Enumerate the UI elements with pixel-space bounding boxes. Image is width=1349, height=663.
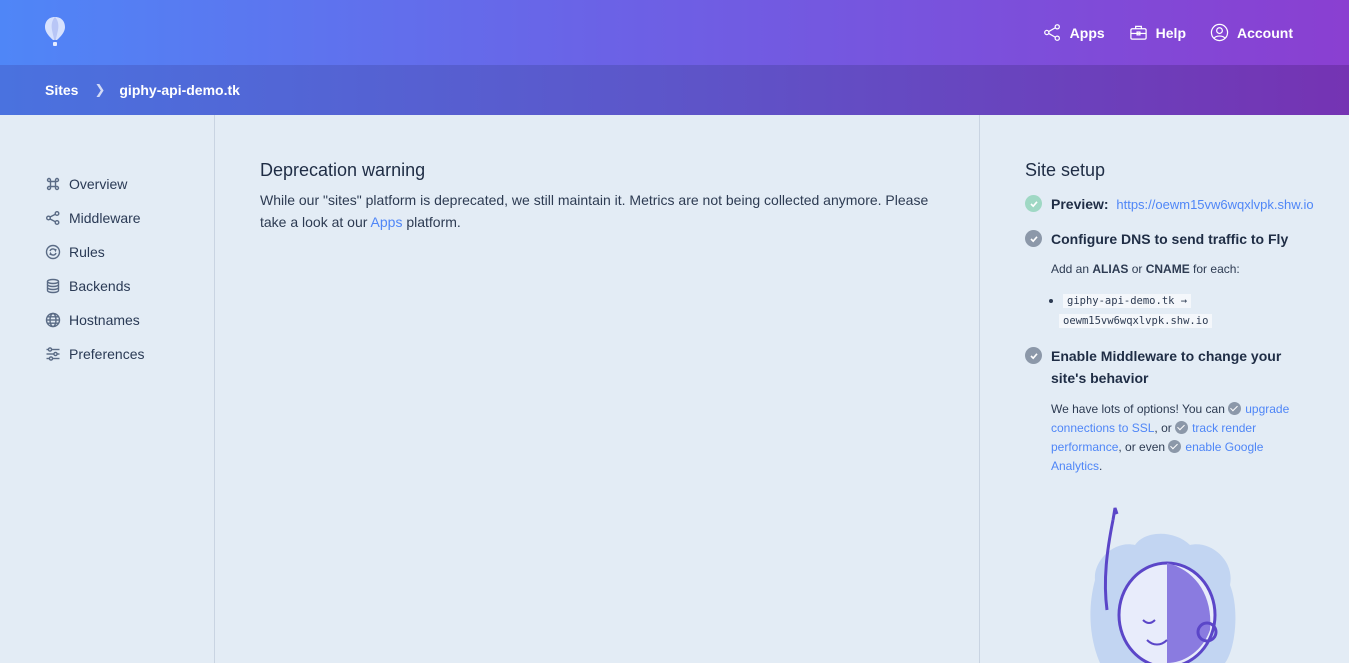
deprecation-text-part: While our "sites" platform is deprecated… [260,192,929,230]
middleware-text: , or [1154,421,1176,435]
check-pending-icon [1025,230,1042,247]
nav-account[interactable]: Account [1210,23,1293,42]
chevron-right-icon: ❯ [94,82,106,97]
sidebar-item-preferences[interactable]: Preferences [0,337,214,371]
dns-alias: ALIAS [1092,262,1129,276]
nav-account-label: Account [1237,24,1293,41]
dns-record-list: giphy-api-demo.tk → oewm15vw6wqxlvpk.shw… [1059,291,1349,331]
middleware-text: . [1099,459,1103,473]
sidebar-item-label: Rules [69,244,105,260]
middleware-step-title: Enable Middleware to change your site's … [1051,348,1282,386]
main-content: Deprecation warning While our "sites" pl… [215,115,980,663]
list-item: giphy-api-demo.tk → oewm15vw6wqxlvpk.shw… [1059,291,1349,331]
dns-step-title: Configure DNS to send traffic to Fly [1051,231,1289,247]
setup-step-middleware: Enable Middleware to change your site's … [1025,345,1285,389]
dns-step-body: Add an ALIAS or CNAME for each: giphy-ap… [1051,260,1349,331]
sidebar-item-overview[interactable]: Overview [0,167,214,201]
top-nav-menu: Apps Help Account [1043,0,1293,65]
sidebar-item-label: Middleware [69,210,141,226]
dns-text: or [1128,262,1146,276]
briefcase-icon [1129,25,1147,40]
sidebar-item-label: Overview [69,176,128,192]
nav-apps-label: Apps [1069,24,1105,41]
check-icon [1175,421,1189,434]
balloon-logo-icon[interactable] [44,16,66,48]
apps-link[interactable]: Apps [371,214,403,230]
deprecation-text-part: platform. [402,214,461,230]
middleware-text: We have lots of options! You can [1051,402,1229,416]
preview-url-link[interactable]: https://oewm15vw6wqxlvpk.shw.io [1116,197,1313,212]
dns-instructions: Add an ALIAS or CNAME for each: [1051,260,1349,279]
breadcrumb-sites[interactable]: Sites [45,82,78,98]
middleware-step-body: We have lots of options! You can upgrade… [1051,400,1306,476]
setup-step-preview: Preview: https://oewm15vw6wqxlvpk.shw.io [1025,193,1349,216]
dns-target: oewm15vw6wqxlvpk.shw.io [1059,314,1213,328]
page-title: Deprecation warning [260,160,426,180]
check-icon [1228,402,1242,415]
sidebar-item-middleware[interactable]: Middleware [0,201,214,235]
share-nodes-icon [1043,24,1060,41]
sidebar-item-hostnames[interactable]: Hostnames [0,303,214,337]
share-nodes-icon [46,211,60,225]
globe-icon [45,312,61,328]
setup-step-dns: Configure DNS to send traffic to Fly [1025,228,1349,250]
middleware-text: , or even [1118,440,1169,454]
deprecation-text: While our "sites" platform is deprecated… [260,189,940,233]
sidebar-item-label: Backends [69,278,131,294]
top-navbar: Apps Help Account [0,0,1349,65]
database-icon [46,278,60,294]
dns-cname: CNAME [1145,262,1190,276]
sidebar-item-backends[interactable]: Backends [0,269,214,303]
check-pending-icon [1025,347,1042,364]
site-setup-title: Site setup [1025,160,1106,180]
dns-text: Add an [1051,262,1093,276]
command-icon [46,177,60,191]
nav-help-label: Help [1155,24,1186,41]
nav-apps[interactable]: Apps [1043,23,1105,42]
preview-label: Preview: [1051,196,1109,212]
sidebar: Overview Middleware Rules Backends Hostn… [0,115,215,663]
breadcrumb-current[interactable]: giphy-api-demo.tk [119,82,240,98]
breadcrumb: Sites ❯ giphy-api-demo.tk [0,65,1349,115]
nav-help[interactable]: Help [1129,23,1186,42]
sidebar-item-label: Hostnames [69,312,140,328]
mascot-illustration [1090,507,1236,663]
refresh-icon [45,244,61,260]
dns-host: giphy-api-demo.tk → [1063,294,1192,308]
sliders-icon [46,347,60,361]
check-done-icon [1025,195,1042,212]
sidebar-item-rules[interactable]: Rules [0,235,214,269]
check-icon [1168,440,1182,453]
sidebar-item-label: Preferences [69,346,145,362]
user-circle-icon [1210,23,1229,42]
dns-text: for each: [1189,262,1240,276]
